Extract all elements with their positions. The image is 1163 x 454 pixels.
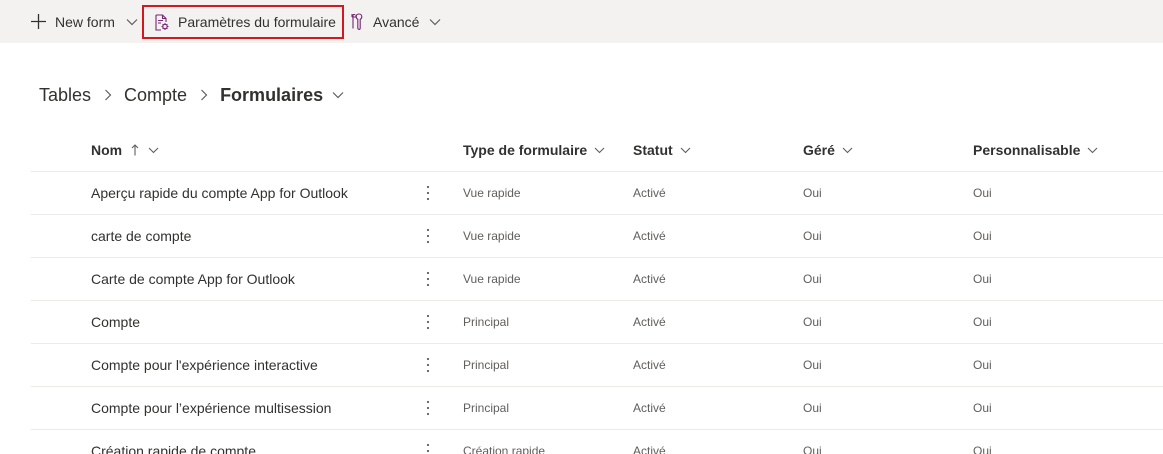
column-header-managed[interactable]: Géré — [803, 140, 853, 160]
chevron-down-icon — [842, 147, 853, 153]
form-type: Principal — [463, 358, 510, 372]
table-row[interactable]: carte de compte Vue rapide Activé Oui Ou… — [31, 214, 1163, 257]
table-row[interactable]: Compte pour l'expérience interactive Pri… — [31, 343, 1163, 386]
plus-icon — [31, 14, 46, 29]
form-name[interactable]: Compte pour l’expérience multisession — [91, 387, 331, 429]
form-customizable: Oui — [973, 444, 992, 454]
form-customizable: Oui — [973, 272, 992, 286]
column-header-type[interactable]: Type de formulaire — [463, 140, 605, 160]
new-form-label: New form — [55, 13, 115, 30]
form-name[interactable]: Compte pour l'expérience interactive — [91, 344, 318, 386]
column-header-customizable-label: Personnalisable — [973, 142, 1081, 158]
form-name[interactable]: Compte — [91, 301, 140, 343]
form-type: Vue rapide — [463, 186, 521, 200]
more-vertical-icon[interactable] — [421, 398, 435, 418]
form-status: Activé — [633, 358, 666, 372]
table-row[interactable]: Aperçu rapide du compte App for Outlook … — [31, 171, 1163, 214]
form-name[interactable]: carte de compte — [91, 215, 191, 257]
form-name[interactable]: Aperçu rapide du compte App for Outlook — [91, 172, 348, 214]
new-form-button[interactable]: New form — [30, 0, 138, 43]
column-header-name[interactable]: Nom — [91, 140, 159, 160]
more-vertical-icon[interactable] — [421, 183, 435, 203]
advanced-button[interactable]: Avancé — [351, 0, 441, 43]
form-customizable: Oui — [973, 401, 992, 415]
breadcrumb-tables[interactable]: Tables — [39, 85, 91, 106]
form-type: Vue rapide — [463, 229, 521, 243]
chevron-down-icon — [1088, 147, 1098, 153]
form-managed: Oui — [803, 358, 822, 372]
form-status: Activé — [633, 229, 666, 243]
form-managed: Oui — [803, 315, 822, 329]
form-customizable: Oui — [973, 229, 992, 243]
more-vertical-icon[interactable] — [421, 226, 435, 246]
form-managed: Oui — [803, 444, 822, 454]
column-header-customizable[interactable]: Personnalisable — [973, 140, 1098, 160]
column-header-type-label: Type de formulaire — [463, 142, 588, 158]
form-name[interactable]: Carte de compte App for Outlook — [91, 258, 295, 300]
table-row[interactable]: Carte de compte App for Outlook Vue rapi… — [31, 257, 1163, 300]
command-bar: New form Paramètres du formulaire Avancé — [0, 0, 1163, 43]
more-vertical-icon[interactable] — [421, 312, 435, 332]
form-name[interactable]: Création rapide de compte — [91, 430, 256, 454]
chevron-down-icon — [148, 147, 159, 153]
table-row[interactable]: Compte pour l’expérience multisession Pr… — [31, 386, 1163, 429]
form-type: Création rapide — [463, 444, 546, 454]
form-managed: Oui — [803, 272, 822, 286]
form-customizable: Oui — [973, 315, 992, 329]
breadcrumb-entity[interactable]: Compte — [124, 85, 187, 106]
form-status: Activé — [633, 401, 666, 415]
form-status: Activé — [633, 186, 666, 200]
column-header-managed-label: Géré — [803, 142, 835, 158]
form-customizable: Oui — [973, 186, 992, 200]
breadcrumb-current[interactable]: Formulaires — [220, 85, 323, 106]
form-type: Principal — [463, 401, 510, 415]
chevron-down-icon — [594, 147, 605, 153]
more-vertical-icon[interactable] — [421, 355, 435, 375]
form-managed: Oui — [803, 229, 822, 243]
chevron-right-icon — [201, 89, 208, 101]
form-type: Vue rapide — [463, 272, 521, 286]
form-status: Activé — [633, 272, 666, 286]
chevron-down-icon — [680, 147, 691, 153]
form-settings-icon — [155, 13, 169, 31]
form-settings-button[interactable]: Paramètres du formulaire — [142, 5, 344, 39]
column-header-name-label: Nom — [91, 142, 123, 158]
form-managed: Oui — [803, 401, 822, 415]
table-row[interactable]: Création rapide de compte Création rapid… — [31, 429, 1163, 454]
breadcrumb: Tables Compte Formulaires — [39, 82, 344, 108]
form-customizable: Oui — [973, 358, 992, 372]
more-vertical-icon[interactable] — [421, 269, 435, 289]
chevron-down-icon — [430, 18, 441, 25]
column-header-status[interactable]: Statut — [633, 140, 691, 160]
table-row[interactable]: Compte Principal Activé Oui Oui — [31, 300, 1163, 343]
chevron-right-icon — [105, 89, 112, 101]
chevron-down-icon[interactable] — [126, 18, 138, 26]
form-settings-label: Paramètres du formulaire — [178, 14, 336, 30]
form-type: Principal — [463, 315, 510, 329]
column-header-status-label: Statut — [633, 142, 673, 158]
form-managed: Oui — [803, 186, 822, 200]
more-vertical-icon[interactable] — [421, 441, 435, 454]
chevron-down-icon[interactable] — [332, 91, 344, 99]
wrench-icon — [351, 13, 363, 30]
form-status: Activé — [633, 315, 666, 329]
sort-ascending-icon — [131, 144, 139, 156]
form-status: Activé — [633, 444, 666, 454]
advanced-label: Avancé — [373, 13, 420, 30]
